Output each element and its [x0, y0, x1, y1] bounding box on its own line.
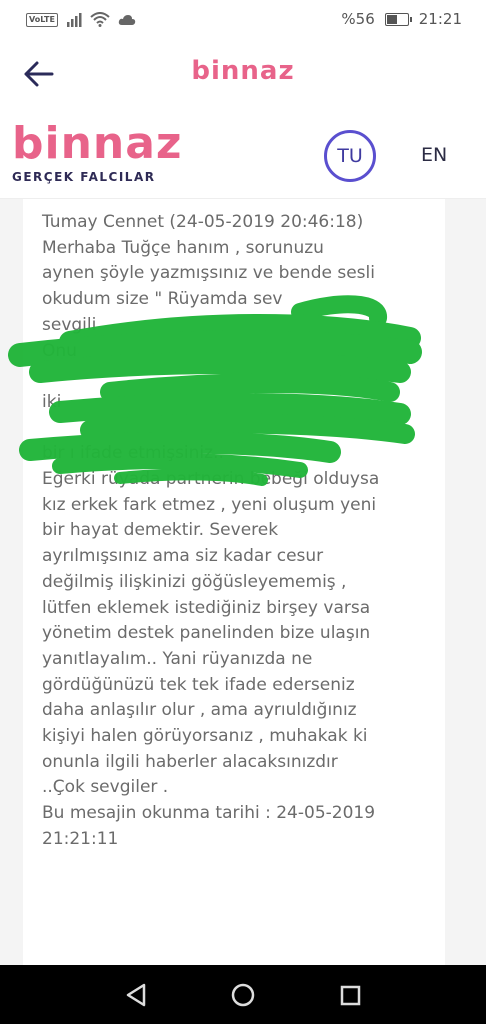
wifi-icon [90, 12, 110, 27]
message-line: ..Çok sevgiler . [42, 777, 169, 798]
message-line: kişiyi halen görüyorsanız , muhakak ki [42, 726, 368, 747]
cloud-icon [118, 14, 136, 25]
system-nav-bar [0, 965, 486, 1024]
message-line: 21:21:11 [42, 828, 119, 849]
message-line [42, 364, 422, 390]
message-line: aynen şöyle yazmışsınız ve bende sesli [42, 263, 375, 284]
battery-percent: %56 [341, 10, 375, 28]
app-bar: binnaz [0, 40, 486, 108]
volte-icon: VoLTE [26, 12, 58, 27]
status-right: %56 21:21 [341, 10, 462, 28]
message-line: yanıtlayalım.. Yani rüyanızda ne [42, 648, 313, 669]
message-line: lütfen eklemek istediğiniz birşey varsa [42, 597, 371, 618]
message-line: iki [42, 391, 62, 412]
message-area: Tumay Cennet (24-05-2019 20:46:18) Merhab… [0, 199, 486, 965]
message-line: Eğerki rüyada partnerin bebeği olduysa [42, 469, 380, 490]
brand-logo: binnaz GERÇEK FALCILAR [12, 118, 183, 185]
signal-icon [66, 12, 82, 27]
message-line: bir hayat demektir. Severek [42, 520, 279, 541]
message-line: kız erkek fark etmez , yeni oluşum yeni [42, 494, 377, 515]
status-bar: VoLTE %56 21:21 [0, 0, 486, 40]
square-recents-icon[interactable] [334, 979, 366, 1011]
message-line: Tumay Cennet (24-05-2019 20:46:18) [42, 212, 364, 232]
message-text: Tumay Cennet (24-05-2019 20:46:18) Merhab… [42, 210, 422, 853]
message-line: onunla ilgili haberler alacaksınızdır [42, 751, 338, 772]
message-line: bir ı ifade etmişsiniz.. [42, 443, 224, 464]
message-line: değilmiş ilişkinizi göğüsleyememiş , [42, 571, 347, 592]
message-card: Tumay Cennet (24-05-2019 20:46:18) Merhab… [23, 199, 445, 965]
page-header: binnaz GERÇEK FALCILAR TU EN [0, 108, 486, 199]
battery-icon [384, 12, 412, 26]
message-line: ayrılmışsınız ama siz kadar cesur [42, 546, 324, 567]
app-title: binnaz [191, 56, 295, 86]
message-line: Merhaba Tuğçe hanım , sorunuzu [42, 237, 324, 258]
message-line: Bu mesajin okunma tarihi : 24-05-2019 [42, 803, 376, 824]
message-line: Onu [42, 340, 77, 361]
language-toggle[interactable]: EN [421, 144, 447, 166]
message-line [42, 416, 422, 442]
triangle-back-icon[interactable] [120, 979, 152, 1011]
message-line: yönetim destek panelinden bize ulaşın [42, 623, 371, 644]
logo-tagline: GERÇEK FALCILAR [12, 170, 156, 184]
status-left: VoLTE [26, 12, 136, 27]
message-line: daha anlaşılır olur , ama ayrıuldığınız [42, 700, 357, 721]
circle-home-icon[interactable] [227, 979, 259, 1011]
user-avatar[interactable]: TU [324, 130, 376, 182]
clock: 21:21 [418, 10, 462, 28]
logo-word: binnaz [12, 118, 183, 169]
message-line: sevgili [42, 314, 97, 335]
message-line: okudum size " Rüyamda sev [42, 289, 283, 310]
message-line: gördüğünüzü tek tek ifade ederseniz [42, 674, 355, 695]
